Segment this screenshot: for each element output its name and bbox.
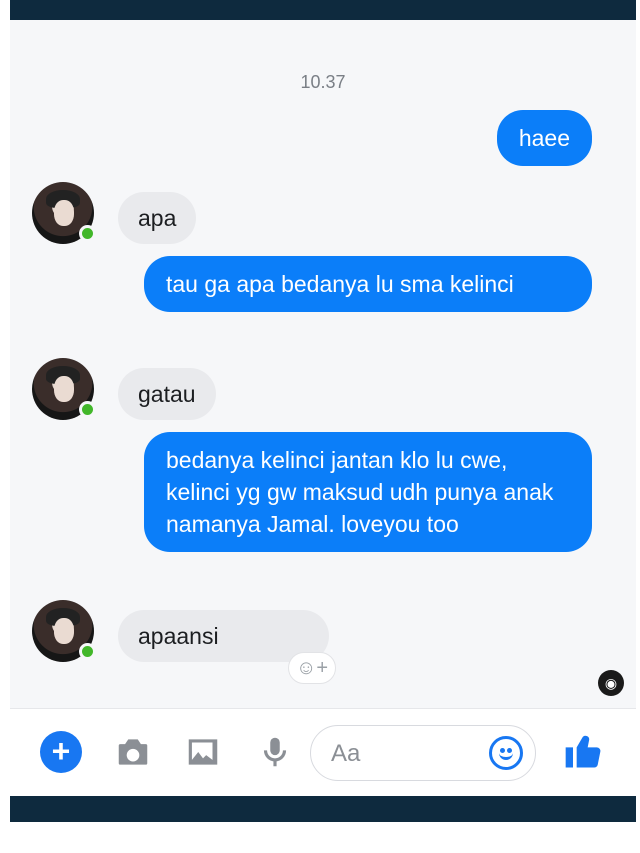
message-input-placeholder: Aa — [331, 740, 361, 767]
mic-icon[interactable] — [256, 733, 294, 771]
outgoing-message[interactable]: tau ga apa bedanya lu sma kelinci — [144, 256, 592, 312]
nav-bar — [10, 796, 636, 822]
contact-avatar[interactable] — [32, 182, 96, 244]
seen-avatar-icon: ◉ — [598, 670, 624, 696]
online-status-dot — [79, 225, 96, 242]
message-input[interactable]: Aa — [310, 725, 536, 781]
incoming-message[interactable]: apa — [118, 192, 197, 244]
emoji-icon[interactable] — [489, 736, 523, 770]
composer-toolbar: + Aa — [10, 708, 636, 796]
contact-avatar[interactable] — [32, 600, 96, 662]
thumbs-up-icon[interactable] — [562, 729, 606, 773]
image-icon[interactable] — [184, 733, 222, 771]
contact-avatar[interactable] — [32, 358, 96, 420]
online-status-dot — [79, 401, 96, 418]
chat-screen: 10.37 haee apa tau ga apa bedanya lu sma… — [10, 20, 636, 796]
online-status-dot — [79, 643, 96, 660]
camera-icon[interactable] — [114, 733, 152, 771]
smiley-plus-icon[interactable]: ☺+ — [288, 652, 336, 684]
plus-icon[interactable]: + — [40, 731, 82, 773]
incoming-message[interactable]: gatau — [118, 368, 216, 420]
status-bar — [10, 0, 636, 20]
outgoing-message[interactable]: haee — [496, 110, 592, 166]
outgoing-message[interactable]: bedanya kelinci jantan klo lu cwe, kelin… — [144, 432, 592, 552]
message-timestamp: 10.37 — [300, 72, 346, 92]
